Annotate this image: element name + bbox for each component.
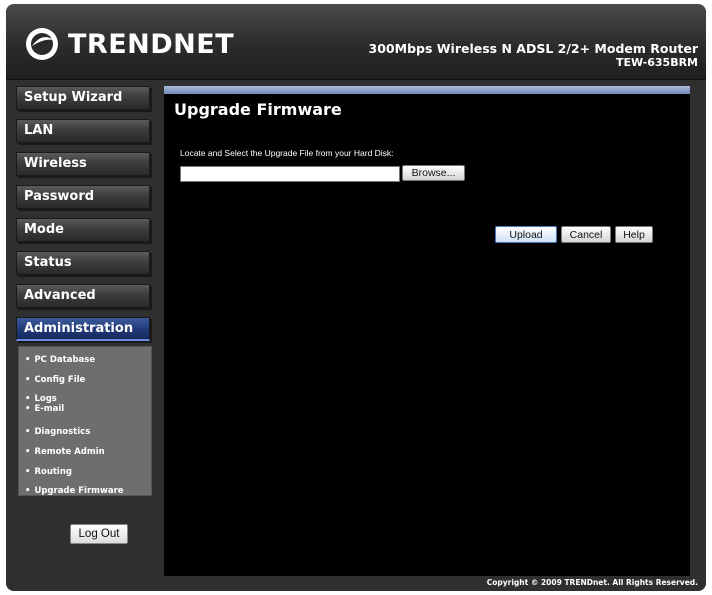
nav-mode[interactable]: Mode [16, 218, 150, 242]
product-name: 300Mbps Wireless N ADSL 2/2+ Modem Route… [368, 41, 698, 56]
submenu-label: Logs [34, 394, 57, 404]
trendnet-globe-icon [26, 28, 58, 60]
bullet-icon: • [25, 394, 31, 404]
submenu-routing[interactable]: • Routing [25, 467, 72, 477]
submenu-label: E-mail [34, 404, 65, 414]
nav-administration[interactable]: Administration [16, 317, 150, 341]
trendnet-logo: TRENDNET [24, 26, 234, 62]
submenu-label: Remote Admin [34, 447, 105, 457]
content-top-bar [164, 86, 690, 94]
submenu-label: Diagnostics [34, 427, 91, 437]
bullet-icon: • [25, 355, 31, 365]
nav-setup-wizard[interactable]: Setup Wizard [16, 86, 150, 110]
copyright-text: Copyright © 2009 TRENDnet. All Rights Re… [486, 578, 698, 587]
submenu-email[interactable]: • E-mail [25, 404, 64, 414]
nav-wireless[interactable]: Wireless [16, 152, 150, 176]
nav-password[interactable]: Password [16, 185, 150, 209]
bullet-icon: • [25, 467, 31, 477]
submenu-logs[interactable]: • Logs [25, 394, 57, 404]
help-button[interactable]: Help [615, 226, 653, 243]
submenu-diagnostics[interactable]: • Diagnostics [25, 427, 90, 437]
logo-text: TRENDNET [68, 28, 235, 60]
submenu-label: Routing [34, 467, 72, 477]
product-model: TEW-635BRM [616, 56, 698, 69]
header: TRENDNET 300Mbps Wireless N ADSL 2/2+ Mo… [6, 4, 706, 80]
submenu-label: PC Database [34, 355, 96, 365]
submenu-remote-admin[interactable]: • Remote Admin [25, 447, 105, 457]
locate-file-label: Locate and Select the Upgrade File from … [180, 148, 394, 158]
main-content: Upgrade Firmware Locate and Select the U… [164, 86, 690, 576]
page-title: Upgrade Firmware [174, 100, 342, 119]
router-frame: TRENDNET 300Mbps Wireless N ADSL 2/2+ Mo… [6, 4, 706, 591]
administration-submenu: • PC Database • Config File • Logs • E-mail … [18, 346, 152, 496]
logout-button[interactable]: Log Out [70, 524, 128, 544]
browse-button[interactable]: Browse... [402, 165, 465, 181]
bullet-icon: • [25, 404, 31, 414]
cancel-button[interactable]: Cancel [561, 226, 611, 243]
submenu-label: Upgrade Firmware [34, 486, 124, 496]
submenu-config-file[interactable]: • Config File [25, 375, 85, 385]
bullet-icon: • [25, 447, 31, 457]
bullet-icon: • [25, 375, 31, 385]
nav-lan[interactable]: LAN [16, 119, 150, 143]
nav-advanced[interactable]: Advanced [16, 284, 150, 308]
submenu-label: Config File [34, 375, 86, 385]
submenu-upgrade-firmware[interactable]: • Upgrade Firmware [25, 486, 124, 496]
bullet-icon: • [25, 427, 31, 437]
submenu-pc-database[interactable]: • PC Database [25, 355, 95, 365]
footer: Copyright © 2009 TRENDnet. All Rights Re… [6, 576, 706, 591]
firmware-file-input[interactable] [180, 166, 400, 182]
upload-button[interactable]: Upload [495, 226, 557, 243]
product-info: 300Mbps Wireless N ADSL 2/2+ Modem Route… [369, 42, 698, 70]
sidebar: Setup Wizard LAN Wireless Password Mode … [16, 86, 161, 556]
bullet-icon: • [25, 486, 31, 496]
nav-status[interactable]: Status [16, 251, 150, 275]
